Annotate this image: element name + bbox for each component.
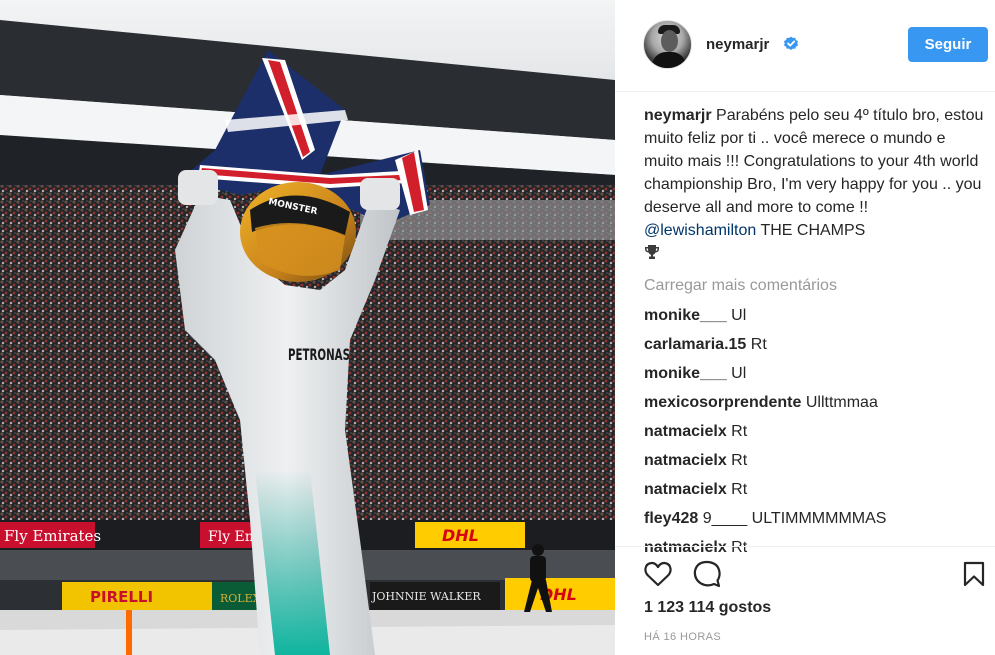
likes-count[interactable]: 1 123 114 gostos bbox=[644, 599, 771, 617]
comment-list: monike___ Ul carlamaria.15 Rt monike___ … bbox=[644, 301, 984, 562]
comment-text: 9____ ULTIMMMMMMAS bbox=[702, 510, 887, 527]
caption-tail: THE CHAMPS bbox=[756, 222, 866, 239]
comment-username[interactable]: monike___ bbox=[644, 307, 727, 324]
sign-petronas: PETRONAS bbox=[288, 345, 350, 364]
bookmark-icon bbox=[963, 561, 985, 587]
post-photo-illustration: Fly Emirates Fly Emirates DHL PIRELLI RO… bbox=[0, 0, 615, 655]
comment-item: natmacielx Rt bbox=[644, 475, 984, 504]
trophy-icon bbox=[645, 245, 659, 259]
comment-item: natmacielx Rt bbox=[644, 417, 984, 446]
post-timestamp[interactable]: HÁ 16 HORAS bbox=[644, 631, 721, 643]
comment-username[interactable]: natmacielx bbox=[644, 481, 727, 498]
comment-username[interactable]: natmacielx bbox=[644, 452, 727, 469]
comment-username[interactable]: carlamaria.15 bbox=[644, 336, 746, 353]
comment-username[interactable]: fley428 bbox=[644, 510, 698, 527]
sign-emirates-1: Fly Emirates bbox=[4, 527, 101, 545]
comment-text: Ul bbox=[731, 365, 747, 382]
post-caption: neymarjr Parabéns pelo seu 4º título bro… bbox=[644, 104, 984, 265]
comment-username[interactable]: natmacielx bbox=[644, 423, 727, 440]
comment-item: monike___ Ul bbox=[644, 359, 984, 388]
post-side-panel: neymarjr Seguir neymarjr Parabéns pelo s… bbox=[615, 0, 995, 655]
verified-badge-icon bbox=[784, 36, 798, 50]
comment-item: mexicosorprendente Ullttmmaa bbox=[644, 388, 984, 417]
comment-item: monike___ Ul bbox=[644, 301, 984, 330]
comment-button[interactable] bbox=[692, 559, 722, 589]
post-photo[interactable]: Fly Emirates Fly Emirates DHL PIRELLI RO… bbox=[0, 0, 615, 655]
comment-item: natmacielx Rt bbox=[644, 446, 984, 475]
comment-text: Ullttmmaa bbox=[805, 394, 878, 411]
comment-text: Rt bbox=[731, 481, 748, 498]
load-more-comments-link[interactable]: Carregar mais comentários bbox=[644, 277, 984, 295]
sign-pirelli: PIRELLI bbox=[90, 588, 153, 606]
comment-item: fley428 9____ ULTIMMMMMMAS bbox=[644, 504, 984, 533]
post-actions: 1 123 114 gostos HÁ 16 HORAS bbox=[615, 546, 995, 655]
speech-bubble-icon bbox=[693, 560, 721, 588]
heart-outline-icon bbox=[644, 561, 672, 587]
comment-item: carlamaria.15 Rt bbox=[644, 330, 984, 359]
author-username[interactable]: neymarjr bbox=[706, 36, 769, 53]
comment-text: Ul bbox=[731, 307, 747, 324]
post-header: neymarjr Seguir bbox=[615, 0, 995, 92]
caption-username[interactable]: neymarjr bbox=[644, 107, 712, 124]
sign-dhl-1: DHL bbox=[442, 526, 479, 545]
comment-text: Rt bbox=[750, 336, 767, 353]
follow-button[interactable]: Seguir bbox=[908, 27, 988, 62]
like-button[interactable] bbox=[643, 559, 673, 589]
comment-text: Rt bbox=[731, 452, 748, 469]
avatar[interactable] bbox=[643, 20, 692, 69]
comment-username[interactable]: mexicosorprendente bbox=[644, 394, 801, 411]
sign-johnnie-walker: JOHNNIE WALKER bbox=[371, 590, 481, 603]
caption-mention[interactable]: @lewishamilton bbox=[644, 222, 756, 239]
save-button[interactable] bbox=[959, 559, 989, 589]
comments-section: neymarjr Parabéns pelo seu 4º título bro… bbox=[644, 104, 984, 562]
comment-username[interactable]: monike___ bbox=[644, 365, 727, 382]
comment-text: Rt bbox=[731, 423, 748, 440]
sign-rolex: ROLEX bbox=[220, 592, 261, 605]
